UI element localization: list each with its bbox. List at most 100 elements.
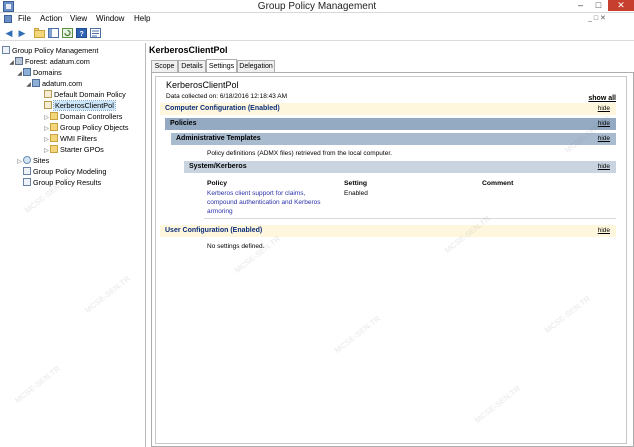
user-config-label: User Configuration (Enabled)	[165, 227, 263, 234]
hide-computer-config-link[interactable]: hide	[598, 103, 610, 115]
tree-label-wmi-filters: WMI Filters	[60, 134, 97, 143]
policies-band[interactable]: Policies hide	[165, 118, 616, 130]
tree-node-starter-gpos[interactable]: ▷ Starter GPOs	[43, 145, 104, 155]
close-button[interactable]: ✕	[608, 0, 634, 11]
title-bar: Group Policy Management – □ ✕	[0, 0, 634, 13]
hide-admin-templates-link[interactable]: hide	[598, 133, 610, 145]
tree-node-domains[interactable]: ◢ Domains	[16, 68, 62, 78]
expand-arrow-icon[interactable]: ▷	[43, 135, 50, 145]
collapse-arrow-icon[interactable]: ◢	[25, 80, 32, 90]
tree-label-domain-controllers: Domain Controllers	[60, 112, 123, 121]
properties-icon[interactable]	[89, 28, 101, 39]
computer-config-band[interactable]: Computer Configuration (Enabled) hide	[160, 103, 616, 115]
collapse-arrow-icon[interactable]: ◢	[16, 69, 23, 79]
wmi-folder-icon	[50, 134, 58, 142]
domain-icon	[32, 79, 40, 87]
tab-scope[interactable]: Scope	[151, 60, 178, 72]
toolbar: ◀ ▶ ?	[0, 26, 634, 41]
tree-node-gpo-folder[interactable]: ▷ Group Policy Objects	[43, 123, 129, 133]
refresh-icon[interactable]	[61, 28, 73, 39]
tree-label-domain: adatum.com	[42, 79, 83, 88]
system-kerberos-band[interactable]: System/Kerberos hide	[184, 161, 616, 173]
sites-icon	[23, 156, 31, 164]
child-window-controls[interactable]: _ □ ✕	[588, 13, 606, 25]
tree-label-gpo-folder: Group Policy Objects	[60, 123, 129, 132]
policy-name-line1[interactable]: Kerberos client support for claims,	[207, 189, 305, 198]
minimize-button[interactable]: –	[572, 0, 589, 11]
gpo-link-icon	[44, 101, 52, 109]
column-header-setting: Setting	[344, 180, 368, 187]
menu-bar: File Action View Window Help _ □ ✕	[0, 13, 634, 25]
report-date: Data collected on: 6/18/2016 12:18:43 AM	[166, 93, 288, 100]
tree-node-sites[interactable]: ▷ Sites	[16, 156, 49, 166]
menu-action[interactable]: Action	[40, 13, 62, 25]
admx-note: Policy definitions (ADMX files) retrieve…	[207, 150, 392, 157]
expand-arrow-icon[interactable]: ▷	[43, 124, 50, 134]
tree-label-kerberos-gpo: KerberosClientPol	[53, 100, 116, 111]
hide-policies-link[interactable]: hide	[598, 118, 610, 130]
menu-window[interactable]: Window	[96, 13, 124, 25]
settings-report: KerberosClientPol Data collected on: 6/1…	[155, 76, 627, 444]
tree-label-modeling: Group Policy Modeling	[33, 167, 107, 176]
tree-node-kerberos-gpo[interactable]: KerberosClientPol	[44, 100, 116, 111]
tab-details[interactable]: Details	[178, 60, 206, 72]
gpo-folder-icon	[50, 123, 58, 131]
policy-name-line3[interactable]: armoring	[207, 207, 233, 216]
maximize-button[interactable]: □	[590, 0, 607, 11]
tree-label-default-policy: Default Domain Policy	[54, 90, 126, 99]
menu-file[interactable]: File	[18, 13, 31, 25]
system-kerberos-label: System/Kerberos	[189, 163, 247, 170]
policy-name-line2[interactable]: compound authentication and Kerberos	[207, 198, 320, 207]
up-folder-icon[interactable]	[33, 28, 45, 39]
forward-arrow-icon[interactable]: ▶	[16, 28, 28, 39]
gpo-link-icon	[44, 90, 52, 98]
expand-arrow-icon[interactable]: ▷	[43, 146, 50, 156]
expand-arrow-icon[interactable]: ▷	[16, 157, 23, 167]
menu-view[interactable]: View	[70, 13, 87, 25]
show-all-link[interactable]: show all	[588, 94, 616, 103]
tree-node-modeling[interactable]: Group Policy Modeling	[23, 167, 106, 177]
details-pane: KerberosClientPol Scope Details Settings…	[147, 43, 634, 447]
results-icon	[23, 178, 31, 186]
back-arrow-icon[interactable]: ◀	[3, 28, 15, 39]
tree-node-wmi-filters[interactable]: ▷ WMI Filters	[43, 134, 97, 144]
tree-node-domain[interactable]: ◢ adatum.com	[25, 79, 82, 89]
tree-node-forest[interactable]: ◢ Forest: adatum.com	[8, 57, 90, 67]
column-header-comment: Comment	[482, 180, 514, 187]
tree-node-results[interactable]: Group Policy Results	[23, 178, 101, 188]
help-icon[interactable]: ?	[75, 28, 87, 39]
gpmc-root-icon	[2, 46, 10, 54]
no-settings-text: No settings defined.	[207, 243, 265, 250]
report-title: KerberosClientPol	[166, 80, 239, 90]
hide-system-kerberos-link[interactable]: hide	[598, 161, 610, 173]
show-hide-tree-icon[interactable]	[47, 28, 59, 39]
tree-label-forest: Forest: adatum.com	[25, 57, 90, 66]
admin-templates-band[interactable]: Administrative Templates hide	[171, 133, 616, 145]
tree-label-domains: Domains	[33, 68, 62, 77]
tab-delegation[interactable]: Delegation	[237, 60, 275, 72]
tree-label-root: Group Policy Management	[12, 46, 99, 55]
tree-label-results: Group Policy Results	[33, 178, 102, 187]
collapse-arrow-icon[interactable]: ◢	[8, 58, 15, 68]
ou-folder-icon	[50, 112, 58, 120]
user-config-band[interactable]: User Configuration (Enabled) hide	[160, 225, 616, 237]
tree-label-starter-gpos: Starter GPOs	[60, 145, 104, 154]
tree-node-domain-controllers[interactable]: ▷ Domain Controllers	[43, 112, 122, 122]
tab-settings[interactable]: Settings	[206, 59, 237, 72]
tree-node-default-policy[interactable]: Default Domain Policy	[44, 90, 126, 100]
modeling-icon	[23, 167, 31, 175]
hide-user-config-link[interactable]: hide	[598, 225, 610, 237]
policy-setting-value: Enabled	[344, 190, 368, 197]
svg-text:?: ?	[79, 31, 83, 38]
tree-node-root[interactable]: Group Policy Management	[2, 46, 98, 56]
window-title: Group Policy Management	[257, 1, 377, 12]
policies-label: Policies	[170, 120, 197, 127]
forest-icon	[15, 57, 23, 65]
settings-tab-panel: KerberosClientPol Data collected on: 6/1…	[151, 72, 634, 447]
starter-gpo-folder-icon	[50, 145, 58, 153]
computer-config-label: Computer Configuration (Enabled)	[165, 105, 280, 112]
console-tree: Group Policy Management ◢ Forest: adatum.…	[0, 43, 146, 447]
console-menu-icon[interactable]	[4, 15, 12, 23]
menu-help[interactable]: Help	[134, 13, 150, 25]
expand-arrow-icon[interactable]: ▷	[43, 113, 50, 123]
